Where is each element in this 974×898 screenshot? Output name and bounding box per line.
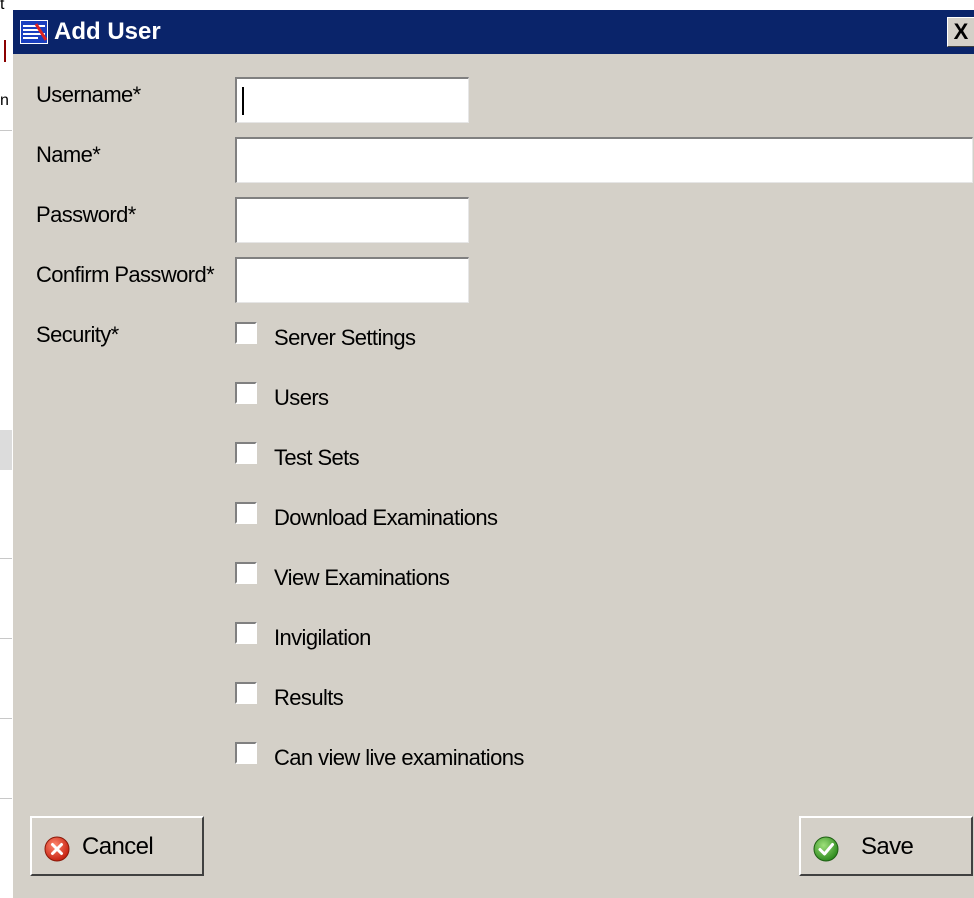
can-view-live-examinations-checkbox[interactable]	[235, 742, 257, 764]
view-examinations-checkbox[interactable]	[235, 562, 257, 584]
results-checkbox[interactable]	[235, 682, 257, 704]
background-marker	[4, 40, 6, 62]
confirm-password-label: Confirm Password*	[36, 262, 215, 287]
users-label: Users	[274, 385, 329, 410]
username-label: Username*	[36, 82, 141, 107]
close-button[interactable]: X	[947, 17, 974, 47]
add-user-dialog: Add User X Username* Name* Password* Con…	[12, 10, 974, 898]
view-examinations-label: View Examinations	[274, 565, 450, 590]
app-icon	[20, 20, 48, 44]
username-input[interactable]	[235, 77, 469, 123]
save-label: Save	[861, 833, 914, 860]
background-divider	[0, 430, 12, 470]
invigilation-label: Invigilation	[274, 625, 371, 650]
text-caret	[242, 87, 244, 115]
dialog-title: Add User	[54, 18, 161, 45]
background-divider	[0, 130, 12, 131]
test-sets-label: Test Sets	[274, 445, 360, 470]
security-label: Security*	[36, 322, 119, 347]
title-bar[interactable]: Add User X	[13, 10, 974, 54]
cancel-button[interactable]: Cancel	[30, 816, 204, 876]
password-label: Password*	[36, 202, 136, 227]
cancel-x-icon	[44, 836, 70, 862]
background-text-fragment: n	[0, 92, 9, 109]
background-divider	[0, 718, 12, 719]
users-checkbox[interactable]	[235, 382, 257, 404]
results-label: Results	[274, 685, 344, 710]
save-button[interactable]: Save	[799, 816, 973, 876]
download-examinations-checkbox[interactable]	[235, 502, 257, 524]
password-input[interactable]	[235, 197, 469, 243]
server-settings-checkbox[interactable]	[235, 322, 257, 344]
name-label: Name*	[36, 142, 101, 167]
cancel-label: Cancel	[82, 833, 154, 860]
server-settings-label: Server Settings	[274, 325, 416, 350]
invigilation-checkbox[interactable]	[235, 622, 257, 644]
name-input[interactable]	[235, 137, 973, 183]
test-sets-checkbox[interactable]	[235, 442, 257, 464]
background-divider	[0, 638, 12, 639]
can-view-live-examinations-label: Can view live examinations	[274, 745, 524, 770]
background-divider	[0, 798, 12, 799]
checkmark-icon	[813, 836, 839, 862]
background-divider	[0, 558, 12, 559]
confirm-password-input[interactable]	[235, 257, 469, 303]
background-text-fragment: t	[0, 0, 5, 13]
download-examinations-label: Download Examinations	[274, 505, 498, 530]
